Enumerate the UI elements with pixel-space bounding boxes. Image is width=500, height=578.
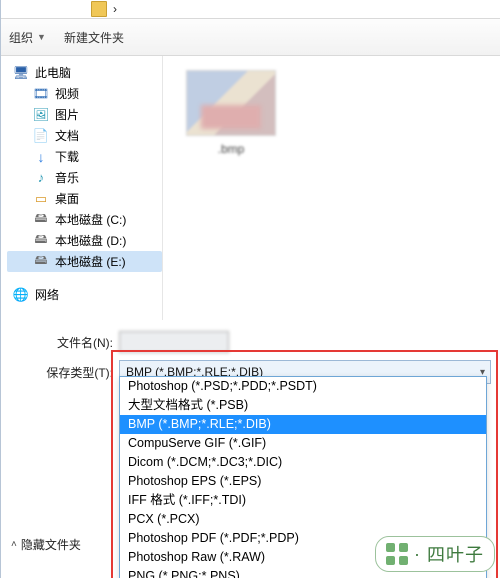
- dropdown-item[interactable]: Dicom (*.DCM;*.DC3;*.DIC): [120, 453, 486, 472]
- clover-icon: [386, 543, 408, 565]
- filename-input[interactable]: [119, 331, 229, 353]
- dropdown-item[interactable]: CompuServe GIF (*.GIF): [120, 434, 486, 453]
- tree-label: 下载: [55, 148, 79, 165]
- filename-row: 文件名(N):: [1, 330, 500, 354]
- tree-desktop[interactable]: ▭ 桌面: [7, 188, 162, 209]
- disk-icon: 🖴: [33, 212, 49, 228]
- tree-label: 本地磁盘 (D:): [55, 232, 126, 249]
- tree-this-pc[interactable]: 🖥 此电脑: [7, 62, 162, 83]
- tree-label: 图片: [55, 106, 79, 123]
- network-icon: 🌐: [13, 287, 29, 303]
- thumbnail-image: [186, 70, 276, 136]
- tree-disk-c[interactable]: 🖴 本地磁盘 (C:): [7, 209, 162, 230]
- tree-label: 视频: [55, 85, 79, 102]
- file-item[interactable]: .bmp: [185, 70, 277, 156]
- new-folder-label: 新建文件夹: [64, 29, 124, 46]
- dropdown-item[interactable]: 大型文档格式 (*.PSB): [120, 396, 486, 415]
- hide-folders-button[interactable]: ˄ 隐藏文件夹: [11, 536, 81, 553]
- watermark-text: 四叶子: [427, 541, 484, 567]
- chevron-down-icon: ▼: [37, 32, 46, 42]
- watermark: · 四叶子: [375, 536, 495, 572]
- address-bar[interactable]: ›: [1, 0, 500, 18]
- chevron-right-icon: ›: [113, 2, 117, 16]
- dropdown-item[interactable]: Photoshop (*.PSD;*.PDD;*.PSDT): [120, 377, 486, 396]
- tree-label: 桌面: [55, 190, 79, 207]
- file-label: .bmp: [185, 142, 277, 156]
- filename-label: 文件名(N):: [1, 334, 119, 351]
- tree-label: 本地磁盘 (C:): [55, 211, 126, 228]
- form-area: 文件名(N): 保存类型(T): BMP (*.BMP;*.RLE;*.DIB)…: [1, 320, 500, 384]
- body-split: 🖥 此电脑 🎞 视频 🖼 图片 📄 文档 ↓ 下载 ♪ 音乐: [1, 56, 500, 320]
- tree-disk-d[interactable]: 🖴 本地磁盘 (D:): [7, 230, 162, 251]
- download-icon: ↓: [33, 149, 49, 165]
- tree-videos[interactable]: 🎞 视频: [7, 83, 162, 104]
- music-icon: ♪: [33, 170, 49, 186]
- tree-label: 音乐: [55, 169, 79, 186]
- folder-icon: [91, 1, 107, 17]
- desktop-icon: ▭: [33, 191, 49, 207]
- tree-label: 文档: [55, 127, 79, 144]
- organize-label: 组织: [9, 29, 33, 46]
- tree-network[interactable]: 🌐 网络: [7, 284, 162, 305]
- video-icon: 🎞: [33, 86, 49, 102]
- chevron-up-icon: ˄: [11, 539, 17, 550]
- tree-label: 网络: [35, 286, 59, 303]
- pc-icon: 🖥: [13, 65, 29, 81]
- save-dialog: › 组织 ▼ 新建文件夹 🖥 此电脑 🎞 视频 🖼 图片 📄: [0, 0, 500, 578]
- dropdown-item[interactable]: BMP (*.BMP;*.RLE;*.DIB): [120, 415, 486, 434]
- filetype-label: 保存类型(T):: [1, 364, 119, 381]
- picture-icon: 🖼: [33, 107, 49, 123]
- disk-icon: 🖴: [33, 254, 49, 270]
- watermark-dot: ·: [414, 544, 421, 565]
- tree-music[interactable]: ♪ 音乐: [7, 167, 162, 188]
- organize-button[interactable]: 组织 ▼: [9, 29, 46, 46]
- file-list[interactable]: .bmp: [163, 56, 500, 320]
- new-folder-button[interactable]: 新建文件夹: [64, 29, 124, 46]
- tree-pictures[interactable]: 🖼 图片: [7, 104, 162, 125]
- tree-label: 此电脑: [35, 64, 71, 81]
- tree-documents[interactable]: 📄 文档: [7, 125, 162, 146]
- disk-icon: 🖴: [33, 233, 49, 249]
- tree-disk-e[interactable]: 🖴 本地磁盘 (E:): [7, 251, 162, 272]
- nav-tree: 🖥 此电脑 🎞 视频 🖼 图片 📄 文档 ↓ 下载 ♪ 音乐: [1, 56, 163, 320]
- dropdown-item[interactable]: IFF 格式 (*.IFF;*.TDI): [120, 491, 486, 510]
- hide-folders-label: 隐藏文件夹: [21, 536, 81, 553]
- dropdown-item[interactable]: PCX (*.PCX): [120, 510, 486, 529]
- dropdown-item[interactable]: Photoshop EPS (*.EPS): [120, 472, 486, 491]
- document-icon: 📄: [33, 128, 49, 144]
- toolbar: 组织 ▼ 新建文件夹: [1, 18, 500, 56]
- tree-label: 本地磁盘 (E:): [55, 253, 126, 270]
- tree-downloads[interactable]: ↓ 下载: [7, 146, 162, 167]
